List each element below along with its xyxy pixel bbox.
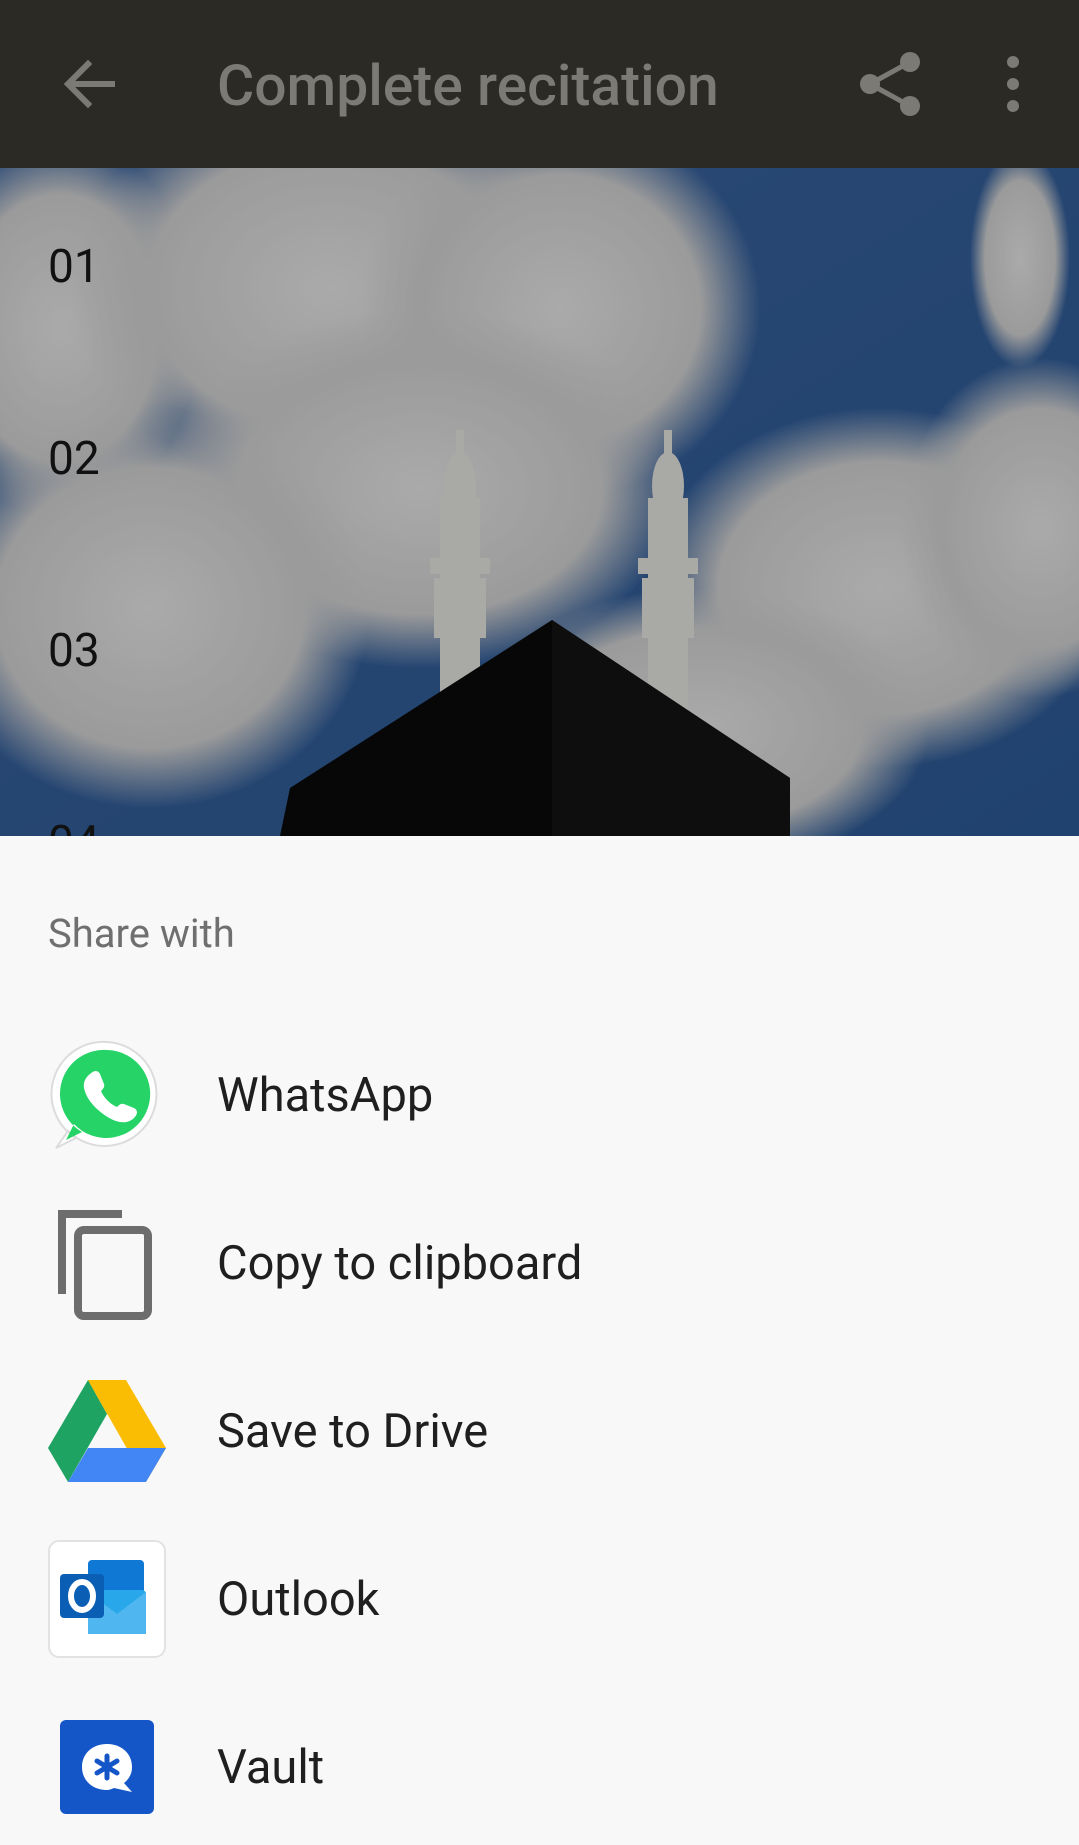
- more-vert-icon[interactable]: [990, 46, 1036, 122]
- share-sheet: Share with WhatsApp Copy to clipboard Sa…: [0, 836, 1079, 1845]
- track-number[interactable]: 01: [48, 240, 100, 294]
- whatsapp-icon: [48, 1036, 166, 1154]
- share-target-label: WhatsApp: [217, 1068, 434, 1123]
- screen: Complete recitation 01 02 03 Share with …: [0, 0, 1079, 1845]
- app-bar: Complete recitation: [0, 0, 1079, 168]
- share-sheet-heading: Share with: [48, 910, 235, 957]
- share-target-outlook[interactable]: Outlook: [0, 1510, 1079, 1678]
- share-target-copy[interactable]: Copy to clipboard: [0, 1174, 1079, 1342]
- outlook-icon: [48, 1540, 166, 1658]
- google-drive-icon: [48, 1372, 166, 1490]
- share-target-drive[interactable]: Save to Drive: [0, 1342, 1079, 1510]
- share-target-whatsapp[interactable]: WhatsApp: [0, 1006, 1079, 1174]
- page-title: Complete recitation: [217, 52, 719, 119]
- share-target-label: Save to Drive: [217, 1404, 489, 1459]
- share-target-label: Vault: [217, 1740, 325, 1795]
- share-target-label: Copy to clipboard: [217, 1236, 583, 1291]
- share-icon[interactable]: [852, 46, 928, 122]
- track-number[interactable]: 02: [48, 432, 100, 486]
- share-target-vault[interactable]: Vault: [0, 1678, 1079, 1845]
- vault-icon: [48, 1708, 166, 1826]
- share-target-label: Outlook: [217, 1572, 380, 1627]
- arrow-back-icon[interactable]: [52, 46, 128, 122]
- copy-icon: [48, 1204, 166, 1322]
- track-number[interactable]: 03: [48, 624, 100, 678]
